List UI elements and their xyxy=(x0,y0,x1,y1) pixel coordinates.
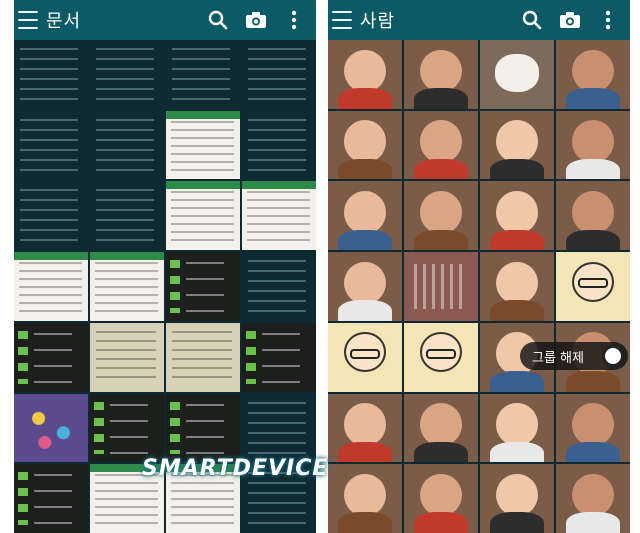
page-title: 사람 xyxy=(360,11,396,32)
document-thumbnail[interactable] xyxy=(242,40,316,109)
person-thumbnail[interactable] xyxy=(480,252,554,321)
document-thumbnail[interactable] xyxy=(90,322,164,392)
document-thumbnail[interactable] xyxy=(90,181,164,251)
person-thumbnail[interactable] xyxy=(556,464,630,533)
person-thumbnail[interactable] xyxy=(480,110,554,180)
person-thumbnail[interactable] xyxy=(328,393,402,463)
app-bar: 사람 xyxy=(328,0,630,40)
page-title: 문서 xyxy=(46,11,82,32)
document-thumbnail[interactable] xyxy=(166,181,240,251)
camera-icon[interactable] xyxy=(240,4,272,36)
documents-screen: 문서 xyxy=(14,0,316,533)
person-thumbnail[interactable] xyxy=(480,393,554,463)
document-thumbnail[interactable] xyxy=(242,110,316,180)
person-thumbnail[interactable] xyxy=(404,393,478,463)
document-thumbnail[interactable] xyxy=(166,393,240,463)
person-thumbnail[interactable] xyxy=(404,252,478,321)
document-thumbnail[interactable] xyxy=(14,40,88,109)
person-thumbnail[interactable] xyxy=(328,464,402,533)
watermark-logo: SMARTDEVICE xyxy=(142,456,329,481)
person-thumbnail[interactable] xyxy=(556,393,630,463)
document-thumbnail[interactable] xyxy=(242,393,316,463)
drawer-menu-icon[interactable] xyxy=(18,11,38,29)
person-thumbnail[interactable] xyxy=(404,181,478,251)
camera-icon[interactable] xyxy=(554,4,586,36)
person-thumbnail[interactable] xyxy=(556,40,630,109)
document-thumbnail[interactable] xyxy=(14,393,88,463)
document-thumbnail[interactable] xyxy=(90,252,164,321)
app-bar: 문서 xyxy=(14,0,316,40)
person-thumbnail[interactable] xyxy=(404,110,478,180)
person-thumbnail[interactable] xyxy=(404,40,478,109)
search-icon[interactable] xyxy=(516,4,548,36)
person-thumbnail[interactable] xyxy=(556,252,630,321)
document-thumbnail[interactable] xyxy=(14,181,88,251)
document-thumbnail[interactable] xyxy=(14,110,88,180)
person-thumbnail[interactable] xyxy=(328,181,402,251)
document-thumbnail[interactable] xyxy=(166,322,240,392)
person-thumbnail[interactable] xyxy=(480,464,554,533)
document-thumbnail[interactable] xyxy=(90,110,164,180)
document-thumbnail[interactable] xyxy=(90,393,164,463)
document-thumbnail[interactable] xyxy=(242,181,316,251)
ungroup-label: 그룹 해제 xyxy=(532,350,584,366)
document-thumbnail[interactable] xyxy=(242,322,316,392)
people-screen: 사람 그룹 해제 xyxy=(328,0,630,533)
document-thumbnail[interactable] xyxy=(166,252,240,321)
person-thumbnail[interactable] xyxy=(404,322,478,392)
document-thumbnail[interactable] xyxy=(14,322,88,392)
person-thumbnail[interactable] xyxy=(404,464,478,533)
document-thumbnail[interactable] xyxy=(166,40,240,109)
document-thumbnail[interactable] xyxy=(242,252,316,321)
document-thumbnail[interactable] xyxy=(14,464,88,533)
person-thumbnail[interactable] xyxy=(480,40,554,109)
person-thumbnail[interactable] xyxy=(328,252,402,321)
document-thumbnail[interactable] xyxy=(166,110,240,180)
person-thumbnail[interactable] xyxy=(556,110,630,180)
toggle-knob-icon[interactable] xyxy=(602,345,624,367)
document-thumbnail[interactable] xyxy=(90,40,164,109)
person-thumbnail[interactable] xyxy=(556,181,630,251)
person-thumbnail[interactable] xyxy=(328,322,402,392)
document-thumbnail[interactable] xyxy=(14,252,88,321)
person-thumbnail[interactable] xyxy=(328,40,402,109)
drawer-menu-icon[interactable] xyxy=(332,11,352,29)
people-thumbnail-grid xyxy=(328,40,630,533)
person-thumbnail[interactable] xyxy=(480,181,554,251)
ungroup-button[interactable]: 그룹 해제 xyxy=(520,342,628,370)
overflow-menu-icon[interactable] xyxy=(592,4,624,36)
person-thumbnail[interactable] xyxy=(328,110,402,180)
overflow-menu-icon[interactable] xyxy=(278,4,310,36)
search-icon[interactable] xyxy=(202,4,234,36)
